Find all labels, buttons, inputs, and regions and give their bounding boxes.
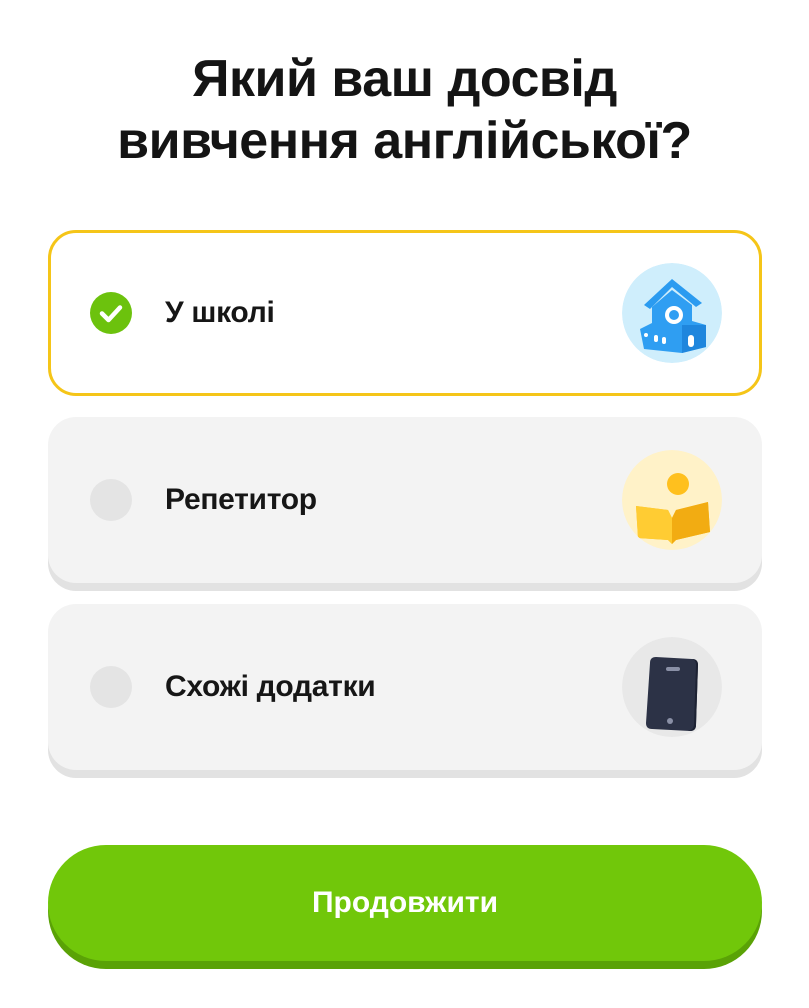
school-building-icon [622, 263, 722, 363]
radio-button-empty [90, 479, 132, 521]
tutor-reading-icon [622, 450, 722, 550]
radio-button-empty [90, 666, 132, 708]
option-at-school[interactable]: У школі [48, 230, 762, 396]
option-label-at-school: У школі [165, 296, 275, 329]
smartphone-icon [622, 637, 722, 737]
checkmark-icon [90, 292, 132, 334]
option-tutor[interactable]: Репетитор [48, 417, 762, 583]
option-label-tutor: Репетитор [165, 483, 317, 516]
option-similar-apps[interactable]: Схожі додатки [48, 604, 762, 770]
option-label-similar-apps: Схожі додатки [165, 670, 376, 703]
question-title-line-2: вивчення англійської? [117, 112, 692, 170]
question-title: Який ваш досвід вивчення англійської? [0, 48, 809, 172]
question-title-line-1: Який ваш досвід [192, 50, 617, 108]
continue-button[interactable]: Продовжити [48, 845, 762, 961]
